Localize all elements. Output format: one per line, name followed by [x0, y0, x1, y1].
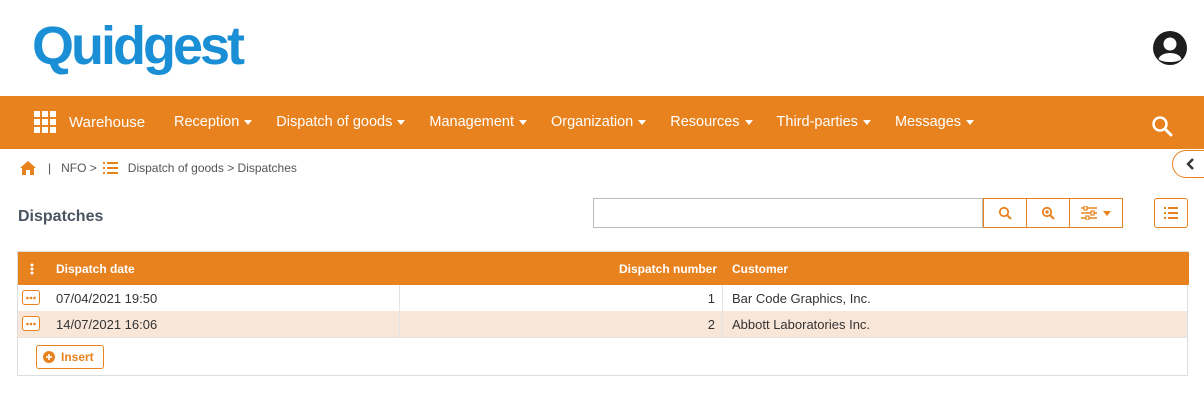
quidgest-logo[interactable]: Quidgest: [32, 16, 245, 76]
nav-item-third-parties[interactable]: Third-parties: [777, 114, 871, 130]
caret-down-icon: [744, 119, 753, 125]
caret-down-icon: [244, 119, 253, 125]
nav-item-dispatch-of-goods[interactable]: Dispatch of goods: [276, 114, 406, 130]
column-dispatch-number[interactable]: Dispatch number: [619, 262, 717, 276]
insert-label: Insert: [61, 350, 94, 364]
nav-item-label: Reception: [174, 114, 240, 130]
breadcrumb-dispatches[interactable]: Dispatch of goods > Dispatches: [128, 161, 297, 175]
dispatches-table: Dispatch date Dispatch number Customer 0…: [17, 251, 1189, 376]
caret-down-icon: [862, 119, 871, 125]
nav-item-resources[interactable]: Resources: [670, 114, 753, 130]
chevron-left-icon: [1186, 158, 1194, 170]
nav-item-label: Organization: [551, 114, 634, 130]
list-view-button[interactable]: [1154, 198, 1188, 228]
zoom-in-icon: [1041, 206, 1055, 220]
caret-down-icon: [966, 119, 975, 125]
search-icon[interactable]: [1151, 115, 1173, 137]
advanced-search-button[interactable]: [1026, 198, 1070, 228]
sidebar-collapse-button[interactable]: [1172, 150, 1204, 178]
cell-dispatch-number: 1: [707, 291, 715, 306]
page-title: Dispatches: [18, 208, 104, 225]
caret-down-icon: [397, 119, 406, 125]
column-options-icon[interactable]: [30, 263, 34, 275]
column-customer[interactable]: Customer: [732, 262, 788, 276]
caret-down-icon: [1103, 210, 1111, 216]
list-icon: [1164, 207, 1178, 219]
list-icon: [102, 162, 118, 174]
more-horizontal-icon: [26, 296, 36, 299]
search-button[interactable]: [983, 198, 1027, 228]
row-actions-button[interactable]: [22, 316, 40, 331]
column-divider: [399, 311, 400, 337]
caret-down-icon: [519, 119, 528, 125]
nav-item-label: Dispatch of goods: [276, 114, 393, 130]
cell-dispatch-number: 2: [707, 317, 715, 332]
nav-item-messages[interactable]: Messages: [894, 114, 975, 130]
search-input[interactable]: [593, 198, 983, 228]
cell-customer: Abbott Laboratories Inc.: [732, 317, 871, 332]
insert-button[interactable]: Insert: [36, 345, 104, 369]
nav-menu: Reception Dispatch of goods Management O…: [174, 114, 998, 130]
nav-item-label: Third-parties: [776, 114, 858, 130]
table-header: Dispatch date Dispatch number Customer: [18, 252, 1189, 285]
breadcrumb: | NFO > Dispatch of goods > Dispatches: [20, 158, 303, 178]
main-navbar: Warehouse Reception Dispatch of goods Ma…: [0, 96, 1204, 149]
top-header: Quidgest: [0, 0, 1204, 96]
nav-brand-warehouse[interactable]: Warehouse: [69, 114, 145, 131]
cell-customer: Bar Code Graphics, Inc.: [732, 291, 871, 306]
nav-item-label: Messages: [894, 114, 962, 130]
apps-grid-icon[interactable]: [34, 111, 56, 133]
filter-settings-button[interactable]: [1069, 198, 1123, 228]
column-divider: [722, 285, 723, 311]
breadcrumb-separator: |: [48, 161, 52, 175]
search-icon: [998, 206, 1012, 220]
cell-dispatch-date: 07/04/2021 19:50: [56, 291, 158, 306]
breadcrumb-nfo[interactable]: NFO >: [61, 161, 97, 175]
more-horizontal-icon: [26, 322, 36, 325]
row-actions-button[interactable]: [22, 290, 40, 305]
caret-down-icon: [638, 119, 647, 125]
table-row[interactable]: 07/04/2021 19:50 1 Bar Code Graphics, In…: [18, 285, 1187, 312]
nav-item-organization[interactable]: Organization: [551, 114, 647, 130]
nav-item-management[interactable]: Management: [429, 114, 528, 130]
nav-item-label: Resources: [670, 114, 740, 130]
column-divider: [722, 311, 723, 337]
home-icon[interactable]: [20, 161, 36, 175]
column-divider: [399, 285, 400, 311]
nav-item-reception[interactable]: Reception: [174, 114, 253, 130]
table-row[interactable]: 14/07/2021 16:06 2 Abbott Laboratories I…: [18, 311, 1187, 338]
plus-circle-icon: [43, 351, 55, 363]
sliders-icon: [1081, 206, 1097, 220]
nav-item-label: Management: [429, 114, 515, 130]
column-dispatch-date[interactable]: Dispatch date: [56, 262, 135, 276]
user-account-icon[interactable]: [1152, 30, 1188, 66]
cell-dispatch-date: 14/07/2021 16:06: [56, 317, 158, 332]
